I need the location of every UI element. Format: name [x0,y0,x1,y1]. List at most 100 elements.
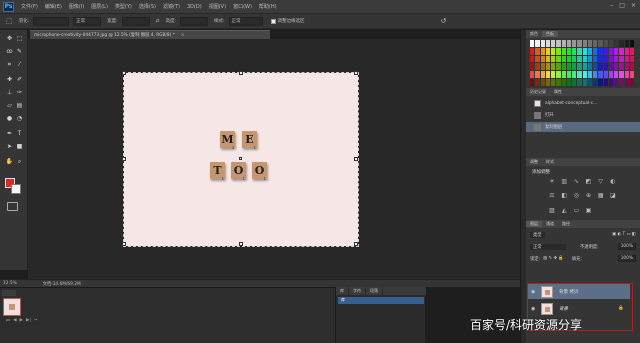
play-icon[interactable]: ▶ [20,318,23,324]
blend-mode-select[interactable]: 正常 [530,243,566,250]
swatch[interactable] [619,40,624,47]
crop-icon[interactable]: ⌗ [5,60,14,69]
maximize-button[interactable]: □ [619,2,625,9]
swatch[interactable] [530,47,535,55]
zoom-level[interactable]: 12.5% [3,281,17,286]
transform-handle[interactable] [354,242,358,246]
tab-styles[interactable]: 样式 [542,159,558,165]
filter-icons[interactable]: ▣ ◐ T ▭ ◧ [612,232,636,237]
transform-center[interactable] [239,157,242,160]
swatch[interactable] [608,55,613,63]
menu-type[interactable]: 类型(Y) [115,3,132,10]
swatch[interactable] [629,55,634,63]
swatch[interactable] [530,71,535,79]
swatch[interactable] [572,40,577,47]
swatch[interactable] [540,55,545,63]
swatch[interactable] [608,79,613,86]
marquee-icon[interactable]: ⬚ [15,34,24,43]
swatch[interactable] [608,40,613,47]
swatch[interactable] [603,79,608,86]
swatch[interactable] [551,71,556,79]
history-snapshot[interactable]: alphabet-conceptual-c... [526,98,640,108]
swatch[interactable] [572,55,577,63]
tab-adjustments[interactable]: 调整 [526,159,542,165]
tab-properties[interactable]: 属性 [550,89,566,95]
swatch[interactable] [551,79,556,86]
swatch[interactable] [593,63,598,71]
swatch[interactable] [577,47,582,55]
swatch[interactable] [614,40,619,47]
swatch[interactable] [598,63,603,71]
swatch[interactable] [603,63,608,71]
tab-swatches[interactable]: 色板 [542,31,558,37]
close-icon[interactable]: × [181,33,185,38]
tab-library[interactable]: 库 [336,287,349,295]
library-row[interactable]: 库 [338,297,424,304]
swatch[interactable] [572,47,577,55]
swatch[interactable] [561,63,566,71]
swatch[interactable] [587,71,592,79]
path-select-icon[interactable]: ➤ [5,142,14,151]
document-canvas[interactable]: M 3 E 1 T 1 O 1 O 1 [122,71,359,247]
swatch[interactable] [556,40,561,47]
swatch[interactable] [614,55,619,63]
swatch[interactable] [587,63,592,71]
history-item-selected[interactable]: 复制图层 [526,122,640,132]
zoom-icon[interactable]: ⌕ [15,157,24,166]
swatch[interactable] [582,40,587,47]
swatch[interactable] [535,40,540,47]
swatch[interactable] [587,55,592,63]
swatch[interactable] [535,63,540,71]
type-icon[interactable]: T [15,129,24,138]
minimize-button[interactable]: – [610,2,613,9]
next-frame-icon[interactable]: ▶| [26,318,31,324]
swatch[interactable] [535,71,540,79]
background-color[interactable] [11,184,21,194]
feather-input[interactable] [33,16,70,26]
swatch[interactable] [556,47,561,55]
swatch[interactable] [614,63,619,71]
swatch[interactable] [582,79,587,86]
swatch[interactable] [587,79,592,86]
brightness-icon[interactable]: ☀ [548,178,556,186]
swatch[interactable] [540,79,545,86]
swatch[interactable] [540,63,545,71]
menu-3d[interactable]: 3D(D) [187,4,202,10]
swap-icon[interactable]: ⇄ [156,19,160,24]
swatch[interactable] [598,71,603,79]
stamp-icon[interactable]: ⊥ [5,88,14,97]
menu-window[interactable]: 窗口(W) [233,3,252,10]
photo-filter-icon[interactable]: ◎ [572,192,580,200]
height-input[interactable] [180,16,208,26]
swatch[interactable] [566,71,571,79]
swatch[interactable] [614,79,619,86]
tab-color[interactable]: 颜色 [526,31,542,37]
swatch[interactable] [535,79,540,86]
transform-handle[interactable] [354,157,358,161]
swatch[interactable] [572,63,577,71]
swatch[interactable] [603,40,608,47]
swatch[interactable] [624,55,629,63]
width-input[interactable] [121,16,150,26]
swatch[interactable] [535,55,540,63]
quick-select-icon[interactable]: ✎ [15,47,24,56]
transform-handle[interactable] [354,71,358,75]
swatch[interactable] [593,55,598,63]
swatch[interactable] [603,71,608,79]
marquee-tool-icon[interactable]: ⬚ [6,17,13,25]
swatch[interactable] [582,47,587,55]
menu-edit[interactable]: 编辑(E) [45,3,62,10]
exposure-icon[interactable]: ◩ [585,178,593,186]
tab-paths[interactable]: 路径 [558,221,574,227]
history-brush-icon[interactable]: ✑ [15,88,24,97]
brush-icon[interactable]: ✐ [15,75,24,84]
swatch[interactable] [629,79,634,86]
swatch[interactable] [619,71,624,79]
swatch[interactable] [593,40,598,47]
swatch[interactable] [598,55,603,63]
swatch[interactable] [582,71,587,79]
split-icon[interactable]: ✂ [34,318,38,324]
hue-icon[interactable]: ◐ [609,178,617,186]
swatch[interactable] [624,47,629,55]
tab-channels[interactable]: 通道 [542,221,558,227]
